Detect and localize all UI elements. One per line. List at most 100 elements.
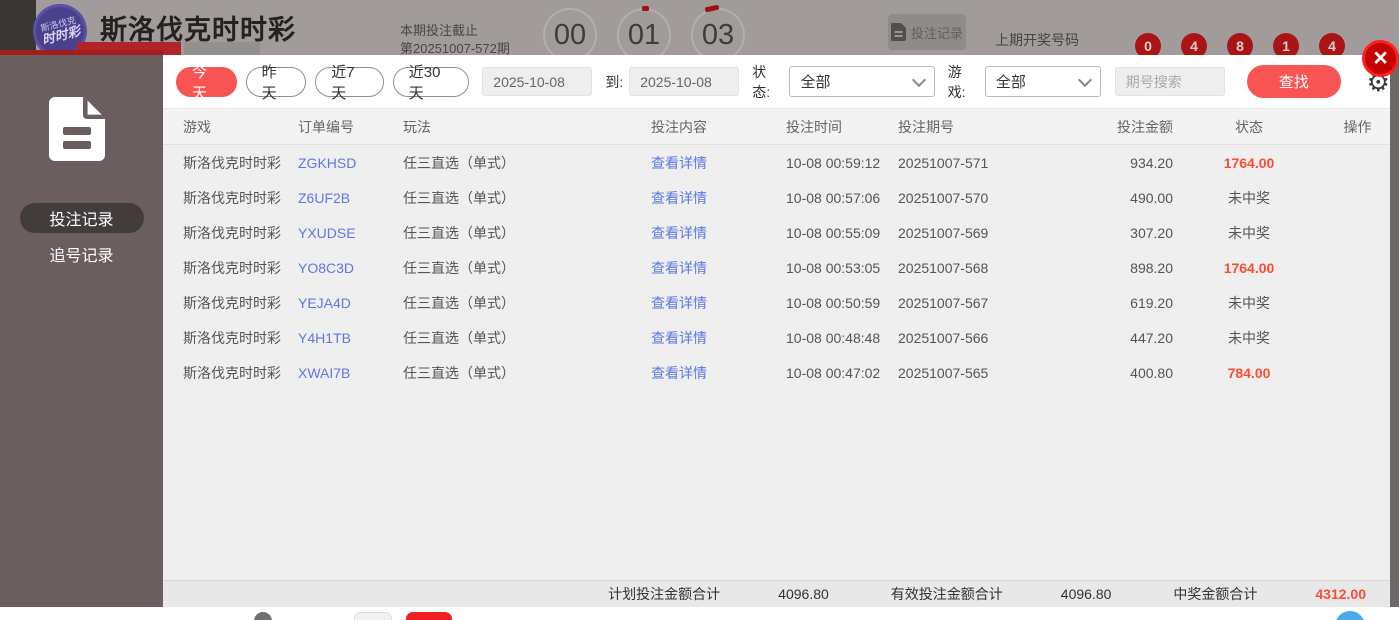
page-bottom-strip — [0, 607, 1399, 620]
status-cell: 未中奖 — [1173, 293, 1325, 313]
countdown-timer: 00 01 03 — [543, 8, 745, 62]
chevron-down-icon — [1078, 72, 1092, 86]
period-cell: 20251007-571 — [898, 155, 1083, 171]
sidebar-items: 投注记录追号记录 — [0, 197, 163, 275]
customer-service-icon[interactable] — [1335, 611, 1365, 620]
close-icon[interactable]: × — [1362, 40, 1399, 77]
win-total-value: 4312.00 — [1315, 586, 1366, 602]
game-select-value: 全部 — [996, 71, 1026, 92]
status-select[interactable]: 全部 — [789, 66, 934, 97]
play-cell: 任三直选（单式） — [403, 258, 651, 278]
chevron-down-icon — [912, 72, 926, 86]
game-cell: 斯洛伐克时时彩 — [163, 258, 298, 278]
sidebar-item[interactable]: 追号记录 — [20, 239, 144, 269]
date-from-input[interactable]: 2025-10-08 — [482, 67, 592, 96]
document-icon — [891, 23, 906, 41]
table-row: 斯洛伐克时时彩YEJA4D任三直选（单式）查看详情10-08 00:50:592… — [163, 285, 1390, 320]
view-details-link[interactable]: 查看详情 — [651, 223, 786, 243]
valid-total-label: 有效投注金额合计 — [891, 584, 1003, 604]
sidebar-item[interactable]: 投注记录 — [20, 203, 144, 233]
table-row: 斯洛伐克时时彩XWAI7B任三直选（单式）查看详情10-08 00:47:022… — [163, 355, 1390, 390]
game-select[interactable]: 全部 — [985, 66, 1101, 97]
records-table: 游戏订单编号玩法投注内容投注时间投注期号投注金额状态操作 斯洛伐克时时彩ZGKH… — [163, 108, 1390, 580]
period-cell: 20251007-567 — [898, 295, 1083, 311]
countdown-digit: 00 — [543, 8, 597, 62]
view-details-link[interactable]: 查看详情 — [651, 153, 786, 173]
screen: 斯洛伐克 时时彩 斯洛伐克时时彩 本期投注截止 第20251007-572期 0… — [0, 0, 1399, 620]
page-header-dimmed: 斯洛伐克 时时彩 斯洛伐克时时彩 本期投注截止 第20251007-572期 0… — [0, 0, 1399, 55]
win-total-label: 中奖金额合计 — [1173, 584, 1257, 604]
period-cell: 20251007-570 — [898, 190, 1083, 206]
view-details-link[interactable]: 查看详情 — [651, 293, 786, 313]
game-cell: 斯洛伐克时时彩 — [163, 188, 298, 208]
amount-cell: 934.20 — [1083, 155, 1173, 171]
amount-cell: 400.80 — [1083, 365, 1173, 381]
bet-records-button[interactable]: 投注记录 — [888, 14, 966, 50]
play-cell: 任三直选（单式） — [403, 153, 651, 173]
quick-range-button[interactable]: 昨天 — [246, 67, 307, 97]
order-link[interactable]: YEJA4D — [298, 295, 403, 311]
time-cell: 10-08 00:50:59 — [786, 295, 898, 311]
status-select-value: 全部 — [800, 71, 830, 92]
time-cell: 10-08 00:47:02 — [786, 365, 898, 381]
game-cell: 斯洛伐克时时彩 — [163, 328, 298, 348]
table-row: 斯洛伐克时时彩YXUDSE任三直选（单式）查看详情10-08 00:55:092… — [163, 215, 1390, 250]
order-link[interactable]: Y4H1TB — [298, 330, 403, 346]
bottom-red-button[interactable] — [406, 612, 452, 620]
search-button[interactable]: 查找 — [1247, 65, 1341, 98]
view-details-link[interactable]: 查看详情 — [651, 328, 786, 348]
quick-range-button[interactable]: 近7天 — [315, 67, 384, 97]
view-details-link[interactable]: 查看详情 — [651, 188, 786, 208]
time-cell: 10-08 00:57:06 — [786, 190, 898, 206]
column-header: 玩法 — [403, 117, 651, 137]
last-draw-label: 上期开奖号码 — [995, 30, 1079, 50]
header-tab-inactive[interactable] — [184, 42, 260, 55]
game-label: 游戏: — [948, 62, 979, 102]
amount-cell: 490.00 — [1083, 190, 1173, 206]
play-cell: 任三直选（单式） — [403, 328, 651, 348]
column-header: 投注内容 — [651, 117, 786, 137]
planned-total-value: 4096.80 — [778, 586, 829, 602]
game-cell: 斯洛伐克时时彩 — [163, 153, 298, 173]
status-cell: 未中奖 — [1173, 223, 1325, 243]
order-link[interactable]: YXUDSE — [298, 225, 403, 241]
status-cell: 784.00 — [1173, 365, 1325, 381]
period-cell: 20251007-566 — [898, 330, 1083, 346]
countdown-digit: 01 — [617, 8, 671, 62]
page-scrollbar[interactable] — [1390, 55, 1399, 607]
status-cell: 未中奖 — [1173, 188, 1325, 208]
play-cell: 任三直选（单式） — [403, 223, 651, 243]
countdown-digit: 03 — [691, 8, 745, 62]
period-search-input[interactable]: 期号搜索 — [1115, 67, 1225, 96]
order-link[interactable]: Z6UF2B — [298, 190, 403, 206]
date-to-input[interactable]: 2025-10-08 — [629, 67, 739, 96]
period-cell: 20251007-565 — [898, 365, 1083, 381]
amount-cell: 307.20 — [1083, 225, 1173, 241]
column-header: 游戏 — [163, 117, 298, 137]
table-body: 斯洛伐克时时彩ZGKHSD任三直选（单式）查看详情10-08 00:59:122… — [163, 145, 1390, 390]
time-cell: 10-08 00:59:12 — [786, 155, 898, 171]
deadline-label: 本期投注截止 — [400, 20, 478, 39]
play-cell: 任三直选（单式） — [403, 293, 651, 313]
order-link[interactable]: XWAI7B — [298, 365, 403, 381]
view-details-link[interactable]: 查看详情 — [651, 258, 786, 278]
game-cell: 斯洛伐克时时彩 — [163, 223, 298, 243]
to-label: 到: — [605, 72, 623, 92]
order-link[interactable]: YO8C3D — [298, 260, 403, 276]
column-header: 操作 — [1325, 117, 1390, 137]
status-cell: 1764.00 — [1173, 155, 1325, 171]
bet-records-button-label: 投注记录 — [911, 23, 963, 42]
column-header: 投注期号 — [898, 117, 1083, 137]
quick-range-button[interactable]: 今天 — [176, 67, 237, 97]
play-cell: 任三直选（单式） — [403, 363, 651, 383]
time-cell: 10-08 00:55:09 — [786, 225, 898, 241]
modal-sidebar: 投注记录追号记录 — [0, 55, 163, 607]
bottom-gray-button[interactable] — [354, 612, 392, 620]
column-header: 订单编号 — [298, 117, 403, 137]
order-link[interactable]: ZGKHSD — [298, 155, 403, 171]
column-header: 投注金额 — [1083, 117, 1173, 137]
table-header-row: 游戏订单编号玩法投注内容投注时间投注期号投注金额状态操作 — [163, 108, 1390, 145]
view-details-link[interactable]: 查看详情 — [651, 363, 786, 383]
quick-range-button[interactable]: 近30天 — [393, 67, 470, 97]
summary-bar: 计划投注金额合计 4096.80 有效投注金额合计 4096.80 中奖金额合计… — [163, 580, 1390, 607]
